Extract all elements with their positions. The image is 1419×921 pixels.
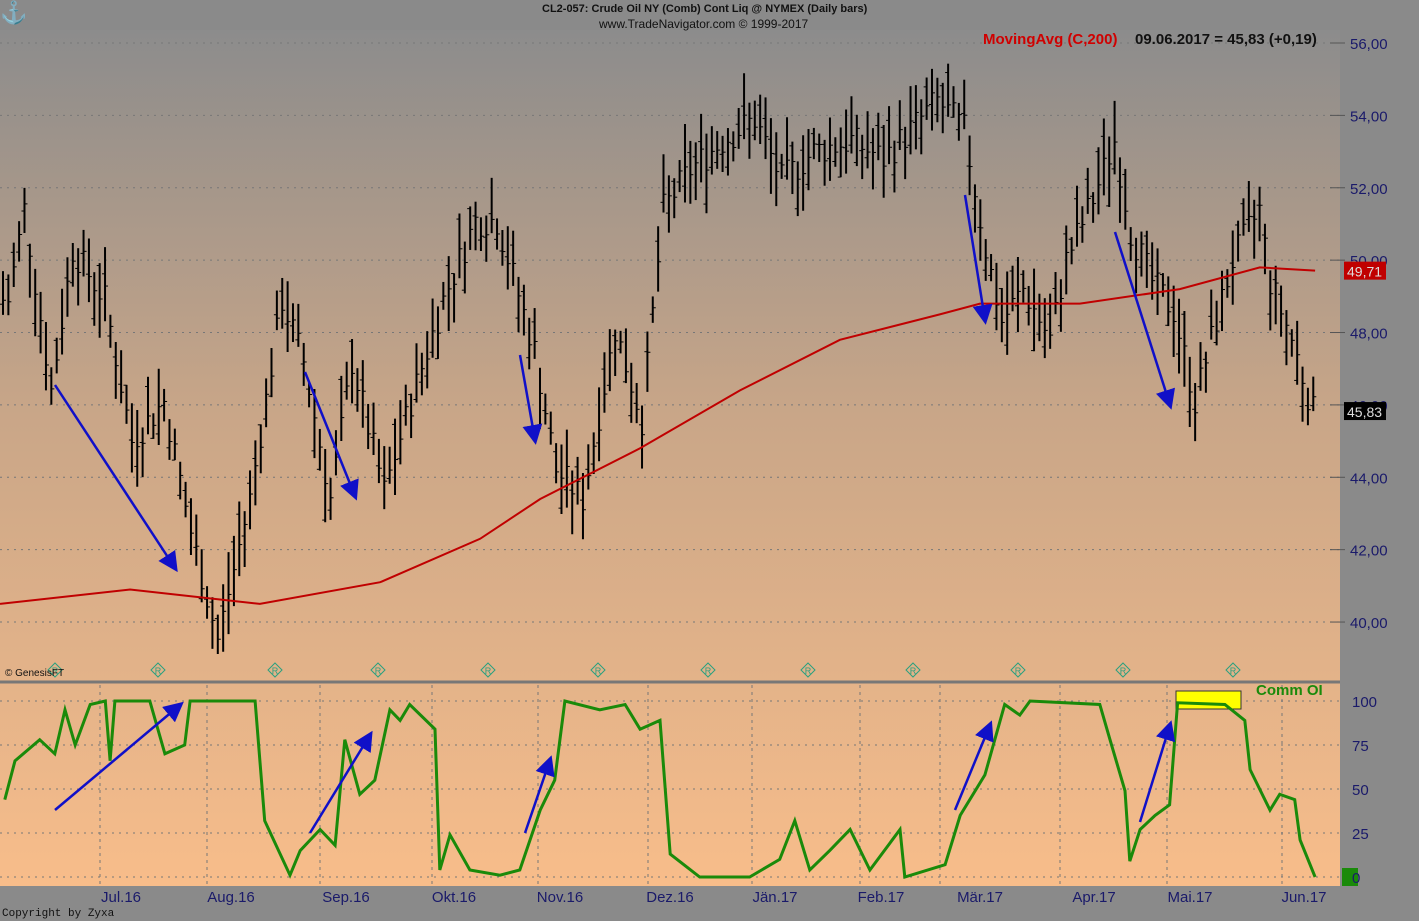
oi-tick-label: 50 (1352, 782, 1369, 799)
svg-text:R: R (1120, 666, 1127, 676)
ma-legend-label: MovingAvg (C,200) (983, 31, 1118, 48)
svg-text:R: R (1230, 666, 1237, 676)
chart-subtitle: www.TradeNavigator.com © 1999-2017 (599, 17, 809, 31)
x-tick-label: Aug.16 (207, 889, 255, 906)
copyright: Copyright by Zyxa (2, 908, 115, 920)
oi-tick-label: 75 (1352, 738, 1369, 755)
price-tick-label: 56,00 (1350, 36, 1388, 53)
oi-tick-label: 100 (1352, 694, 1377, 711)
x-tick-label: Feb.17 (858, 889, 905, 906)
x-tick-label: Jun.17 (1281, 889, 1326, 906)
genesis-credit: © GenesisFT (5, 668, 65, 679)
logo-icon: ⚓ (0, 0, 28, 25)
svg-text:R: R (272, 666, 279, 676)
price-tick-label: 52,00 (1350, 181, 1388, 198)
indicator-label: Comm OI (1256, 682, 1323, 699)
highlight-box (1175, 690, 1242, 710)
chart-title: CL2-057: Crude Oil NY (Comb) Cont Liq @ … (542, 3, 868, 15)
svg-text:R: R (705, 666, 712, 676)
svg-text:R: R (485, 666, 492, 676)
price-tick-label: 40,00 (1350, 615, 1388, 632)
oi-tick-label: 25 (1352, 826, 1369, 843)
ma-last-label: 49,71 (1347, 264, 1382, 280)
x-tick-label: Apr.17 (1072, 889, 1115, 906)
x-tick-label: Mär.17 (957, 889, 1003, 906)
ma-legend-value: 09.06.2017 = 45,83 (+0,19) (1135, 31, 1317, 48)
plot-background (0, 30, 1340, 886)
price-tick-label: 54,00 (1350, 108, 1388, 125)
svg-text:R: R (375, 666, 382, 676)
svg-text:R: R (1015, 666, 1022, 676)
svg-text:R: R (910, 666, 917, 676)
x-tick-label: Jän.17 (752, 889, 797, 906)
x-tick-label: Okt.16 (432, 889, 476, 906)
x-tick-label: Mai.17 (1167, 889, 1212, 906)
chart-window: RRRRRRRRRRRR Jul.16 Aug.16 Sep.16 Okt.16 Nov… (0, 0, 1419, 921)
price-tick-label: 44,00 (1350, 470, 1388, 487)
svg-text:R: R (805, 666, 812, 676)
x-tick-label: Nov.16 (537, 889, 583, 906)
price-tick-label: 48,00 (1350, 326, 1388, 343)
x-tick-label: Jul.16 (101, 889, 141, 906)
svg-text:R: R (155, 666, 162, 676)
x-tick-label: Dez.16 (646, 889, 694, 906)
oi-tick-label: 0 (1352, 870, 1360, 887)
svg-text:R: R (595, 666, 602, 676)
price-tick-label: 42,00 (1350, 543, 1388, 560)
price-last-label: 45,83 (1347, 404, 1382, 420)
x-tick-label: Sep.16 (322, 889, 370, 906)
chart-canvas: RRRRRRRRRRRR Jul.16 Aug.16 Sep.16 Okt.16 Nov… (0, 30, 1388, 906)
